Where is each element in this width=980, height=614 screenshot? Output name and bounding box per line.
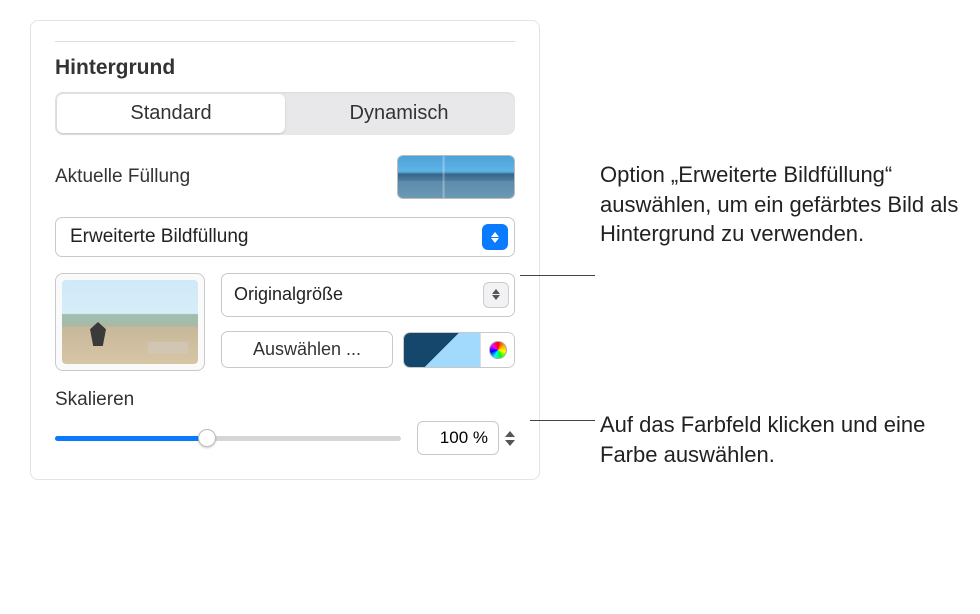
stepper-buttons [505, 431, 515, 446]
tint-color-well[interactable] [403, 332, 515, 368]
image-well[interactable] [55, 273, 205, 371]
tab-standard[interactable]: Standard [57, 94, 285, 133]
color-picker-button[interactable] [480, 333, 514, 367]
fill-type-value: Erweiterte Bildfüllung [70, 226, 248, 248]
fill-type-dropdown[interactable]: Erweiterte Bildfüllung [55, 217, 515, 257]
callout-fill-type: Option „Erweiterte Bildfüllung“ auswähle… [600, 160, 980, 249]
dropdown-arrows-icon [482, 224, 508, 250]
background-inspector-panel: Hintergrund Standard Dynamisch Aktuelle … [30, 20, 540, 480]
scale-input[interactable] [417, 421, 499, 455]
dropdown-arrows-icon [483, 282, 509, 308]
choose-color-row: Auswählen ... [221, 329, 515, 372]
callout-color-well: Auf das Farbfeld klicken und eine Farbe … [600, 410, 980, 469]
image-well-preview [62, 280, 198, 364]
scale-section: Skalieren [55, 389, 515, 455]
leader-line [530, 420, 595, 421]
stepper-down-icon[interactable] [505, 440, 515, 446]
scale-slider[interactable] [55, 428, 401, 448]
current-fill-row: Aktuelle Füllung [55, 155, 515, 199]
image-scale-mode-dropdown[interactable]: Originalgröße [221, 273, 515, 317]
scale-row [55, 421, 515, 455]
stepper-up-icon[interactable] [505, 431, 515, 437]
tint-color-swatch[interactable] [404, 333, 480, 367]
scale-stepper [417, 421, 515, 455]
image-scale-mode-value: Originalgröße [234, 284, 343, 305]
color-wheel-icon [489, 341, 507, 359]
slider-thumb[interactable] [198, 429, 216, 447]
current-fill-label: Aktuelle Füllung [55, 166, 190, 188]
background-mode-segmented-control[interactable]: Standard Dynamisch [55, 92, 515, 135]
leader-line [520, 275, 595, 276]
scale-label: Skalieren [55, 389, 515, 411]
image-settings-grid: Originalgröße Auswählen ... [55, 273, 515, 371]
slider-fill [55, 436, 207, 441]
current-fill-preview-thumbnail[interactable] [397, 155, 515, 199]
section-title: Hintergrund [55, 56, 515, 80]
divider [55, 41, 515, 42]
choose-image-button[interactable]: Auswählen ... [221, 331, 393, 368]
tab-dynamic[interactable]: Dynamisch [285, 94, 513, 133]
